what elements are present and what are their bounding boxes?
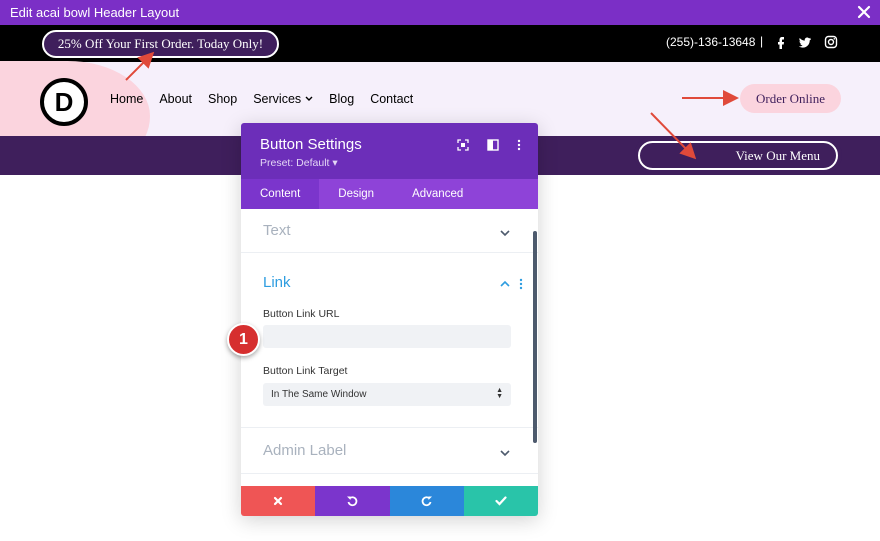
- chevron-down-icon: [500, 450, 510, 457]
- redo-button[interactable]: [389, 486, 464, 516]
- builder-window: Edit acai bowl Header Layout 25% Off You…: [0, 0, 880, 541]
- button-link-target-select[interactable]: In The Same Window ▲ ▼: [263, 383, 511, 406]
- save-button[interactable]: [463, 486, 538, 516]
- nav-item-about[interactable]: About: [159, 92, 192, 106]
- panel-title: Button Settings: [260, 136, 362, 153]
- panel-body: Text Link Button Link URL Button Link Ta…: [241, 209, 538, 486]
- chevron-down-icon: [500, 230, 510, 237]
- panel-header: Button Settings Preset: Default ▾: [241, 123, 538, 179]
- split-view-icon[interactable]: [487, 138, 499, 151]
- order-online-button[interactable]: Order Online: [740, 84, 841, 113]
- preset-label: Preset: Default: [260, 157, 330, 169]
- title-bar-text: Edit acai bowl Header Layout: [10, 5, 180, 20]
- promo-button[interactable]: 25% Off Your First Order. Today Only!: [42, 30, 279, 58]
- title-bar: Edit acai bowl Header Layout: [0, 0, 880, 25]
- close-icon[interactable]: [856, 4, 872, 20]
- topbar-separator: |: [760, 34, 764, 48]
- button-link-target-value: In The Same Window: [271, 389, 367, 400]
- close-icon: [274, 496, 283, 506]
- nav-item-home[interactable]: Home: [110, 92, 143, 106]
- button-link-url-input[interactable]: [263, 325, 511, 348]
- nav-item-contact[interactable]: Contact: [370, 92, 413, 106]
- undo-icon: [347, 496, 358, 507]
- button-link-target-label: Button Link Target: [263, 365, 348, 377]
- twitter-icon[interactable]: [798, 34, 812, 50]
- undo-button[interactable]: [315, 486, 390, 516]
- discard-button[interactable]: [241, 486, 316, 516]
- tab-design[interactable]: Design: [319, 179, 393, 209]
- checkmark-icon: [495, 496, 507, 506]
- main-nav: Home About Shop Services Blog Contact: [110, 92, 413, 106]
- section-admin-label[interactable]: Admin Label: [241, 428, 538, 474]
- section-link: Link Button Link URL Button Link Target …: [241, 253, 538, 428]
- facebook-icon[interactable]: [774, 34, 788, 50]
- more-options-icon[interactable]: [513, 138, 525, 151]
- section-admin-label-title: Admin Label: [263, 442, 347, 459]
- section-text-title: Text: [263, 222, 291, 239]
- fullscreen-icon[interactable]: [457, 138, 469, 151]
- phone-number: (255)-136-13648: [666, 35, 756, 49]
- section-link-title[interactable]: Link: [263, 274, 291, 291]
- nav-item-blog[interactable]: Blog: [329, 92, 354, 106]
- view-menu-button[interactable]: View Our Menu: [638, 141, 838, 170]
- step-badge: 1: [227, 323, 260, 356]
- chevron-down-icon: [305, 96, 313, 101]
- nav-item-services-label: Services: [253, 92, 302, 106]
- tab-content[interactable]: Content: [241, 179, 320, 209]
- nav-item-shop[interactable]: Shop: [208, 92, 237, 106]
- panel-footer: [241, 486, 538, 516]
- select-arrows-icon: ▲ ▼: [496, 387, 503, 400]
- nav-item-services[interactable]: Services: [253, 92, 313, 106]
- redo-icon: [421, 496, 432, 507]
- tab-advanced[interactable]: Advanced: [393, 179, 482, 209]
- panel-scrollbar[interactable]: [533, 231, 537, 443]
- button-link-url-label: Button Link URL: [263, 308, 340, 320]
- section-options-icon[interactable]: [519, 278, 523, 290]
- panel-tabs: Content Design Advanced: [241, 179, 538, 209]
- instagram-icon[interactable]: [824, 34, 838, 50]
- site-logo[interactable]: D: [40, 78, 88, 126]
- preset-selector[interactable]: Preset: Default ▾: [260, 157, 338, 169]
- section-text[interactable]: Text: [241, 209, 538, 253]
- chevron-up-icon[interactable]: [500, 280, 510, 288]
- button-settings-panel: Button Settings Preset: Default ▾ Conten…: [241, 123, 538, 516]
